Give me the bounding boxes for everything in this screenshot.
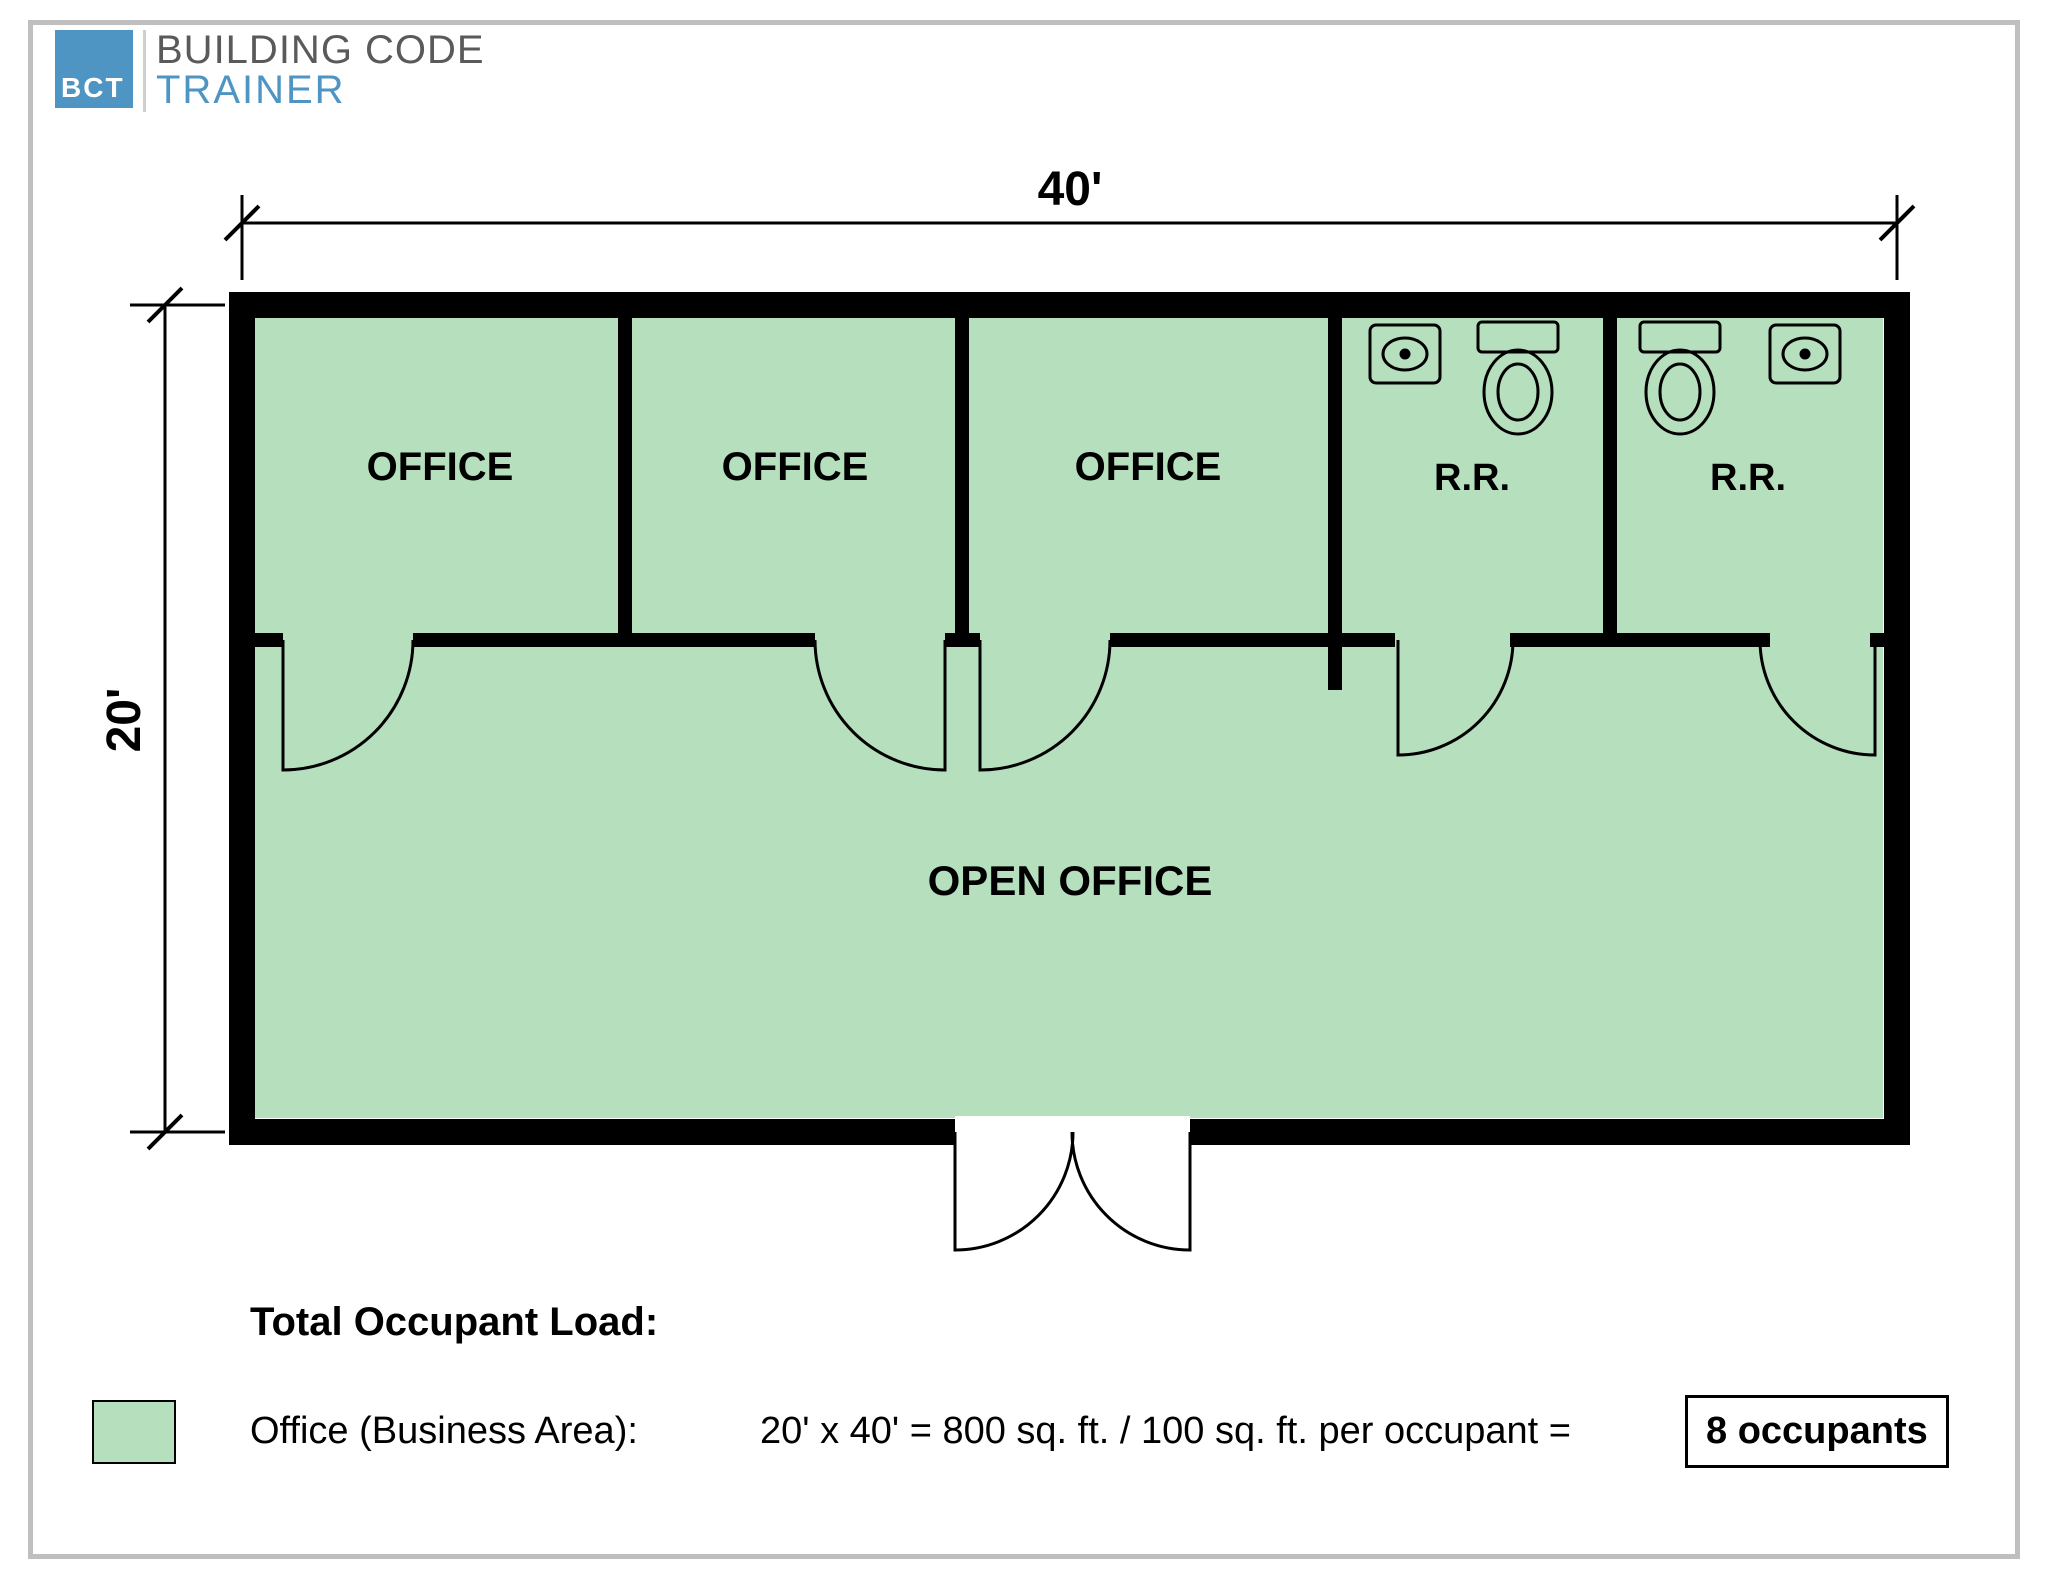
exterior-door — [955, 1116, 1190, 1250]
dimension-width: 40' — [225, 163, 1914, 280]
room-label-office3: OFFICE — [1075, 445, 1222, 489]
legend-label-office: Office (Business Area): — [250, 1410, 638, 1453]
room-label-open-office: OPEN OFFICE — [928, 857, 1213, 904]
room-label-office1: OFFICE — [367, 445, 514, 489]
occupant-load-title: Total Occupant Load: — [250, 1300, 658, 1345]
room-label-rr2: R.R. — [1710, 457, 1786, 499]
legend-swatch-office — [92, 1400, 176, 1464]
building-envelope — [242, 305, 1897, 1132]
room-label-rr1: R.R. — [1434, 457, 1510, 499]
dimension-height-label: 20' — [98, 688, 151, 753]
dimension-height: 20' — [98, 288, 225, 1149]
occupant-load-calc: 20' x 40' = 800 sq. ft. / 100 sq. ft. pe… — [760, 1410, 1571, 1453]
room-label-office2: OFFICE — [722, 445, 869, 489]
dimension-width-label: 40' — [1038, 163, 1103, 216]
floor-plan: 40' 20' — [0, 0, 2048, 1583]
occupant-load-result: 8 occupants — [1685, 1395, 1949, 1468]
